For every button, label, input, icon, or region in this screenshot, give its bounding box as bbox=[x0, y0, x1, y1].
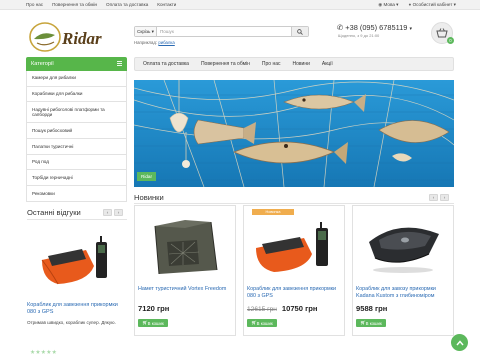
basket-icon bbox=[436, 28, 448, 38]
product-title[interactable]: Кораблик для завозу прикормки Kadana Kus… bbox=[356, 286, 452, 300]
news-title: Новинки bbox=[134, 193, 164, 202]
banner-image bbox=[134, 80, 454, 187]
product-sticker: Новинка bbox=[252, 209, 294, 215]
product-price: 10750 грн bbox=[281, 304, 318, 313]
account-link[interactable]: ● Особистий кабінет ▾ bbox=[409, 2, 457, 8]
scroll-top-button[interactable] bbox=[451, 334, 468, 351]
search-icon bbox=[297, 28, 303, 35]
product-price: 9588 грн bbox=[356, 304, 388, 313]
product-price-row: 9588 грн bbox=[356, 304, 387, 313]
globe-icon: ◉ bbox=[378, 2, 383, 7]
review-text: Отримав швидко, кораблик супер. Дякую. bbox=[27, 320, 116, 325]
top-link-about[interactable]: Про нас bbox=[26, 2, 43, 7]
add-to-cart-button[interactable]: 🛒︎ В кошик bbox=[138, 319, 168, 327]
svg-text:Ridar: Ridar bbox=[61, 29, 102, 48]
product-price-row: 12615 грн 10750 грн bbox=[247, 304, 318, 313]
category-item-boats[interactable]: Кораблики для рибалки bbox=[26, 86, 127, 103]
product-card[interactable]: Намет туристичний Vortex Freedom 7120 гр… bbox=[134, 205, 236, 336]
search-category-select[interactable]: Скрізь ▾ bbox=[135, 27, 157, 36]
cart-count-badge: 0 bbox=[447, 37, 454, 44]
news-prev-button[interactable]: ‹ bbox=[429, 194, 438, 201]
review-product-title[interactable]: Кораблик для завезення прикормки 080 з G… bbox=[27, 302, 127, 316]
reviews-next-button[interactable]: › bbox=[114, 209, 123, 216]
category-item-rod-pod[interactable]: Род под bbox=[26, 154, 127, 171]
phone-icon: ✆ bbox=[337, 23, 344, 32]
category-menu: Категорії Камери для рибалки Кораблики д… bbox=[26, 57, 127, 202]
nav-item-sales[interactable]: Акції bbox=[322, 61, 333, 67]
nav-item-about[interactable]: Про нас bbox=[262, 61, 281, 67]
menu-icon bbox=[117, 61, 122, 66]
news-divider bbox=[134, 203, 454, 204]
banner-label: Ridar bbox=[137, 172, 156, 181]
user-icon: ● bbox=[408, 2, 412, 7]
phone-number[interactable]: ✆ +38 (095) 6785119 ▾ bbox=[337, 23, 412, 32]
category-item-cameras[interactable]: Камери для рибалки bbox=[26, 71, 127, 87]
site-logo[interactable]: Ridar bbox=[28, 20, 108, 54]
language-selector[interactable]: ◉ Мова ▾ bbox=[378, 2, 398, 8]
top-bar: Про нас Повернення та обмін Оплата та до… bbox=[0, 0, 480, 10]
product-price-row: 7120 грн bbox=[138, 304, 169, 313]
news-next-button[interactable]: › bbox=[440, 194, 449, 201]
top-link-contacts[interactable]: Контакти bbox=[157, 2, 176, 7]
product-image[interactable] bbox=[250, 212, 338, 282]
product-title[interactable]: Кораблик для завезення прикормки 080 з G… bbox=[247, 286, 343, 300]
category-menu-header[interactable]: Категорії bbox=[26, 57, 127, 71]
add-to-cart-button[interactable]: 🛒︎ В кошик bbox=[356, 319, 386, 327]
top-link-payment[interactable]: Оплата та доставка bbox=[106, 2, 148, 7]
product-image[interactable] bbox=[141, 212, 229, 282]
category-item-tents[interactable]: Палатки туристичні bbox=[26, 139, 127, 155]
reviews-divider bbox=[27, 219, 127, 220]
product-old-price: 12615 грн bbox=[247, 306, 277, 313]
category-item-other[interactable]: Рекомовки bbox=[26, 186, 127, 202]
search-input[interactable]: Пошук bbox=[157, 27, 291, 36]
product-card[interactable]: Кораблик для завозу прикормки Kadana Kus… bbox=[352, 205, 454, 336]
search-example: Наприклад: рибалка bbox=[134, 40, 175, 45]
product-image[interactable] bbox=[359, 212, 447, 282]
reviews-arrows: ‹ › bbox=[103, 209, 123, 216]
product-title[interactable]: Намет туристичний Vortex Freedom bbox=[138, 286, 234, 293]
review-product-image[interactable] bbox=[34, 226, 119, 296]
search-example-link[interactable]: рибалка bbox=[158, 40, 174, 45]
category-item-bags[interactable]: Торбіди герничадні bbox=[26, 170, 127, 187]
nav-item-news[interactable]: Новини bbox=[293, 61, 310, 67]
category-item-search[interactable]: Пошук рибосховий bbox=[26, 123, 127, 140]
arrow-up-icon bbox=[455, 339, 464, 345]
bottom-fade bbox=[0, 345, 480, 360]
cart-button[interactable]: 0 bbox=[431, 22, 454, 44]
product-price: 7120 грн bbox=[138, 304, 170, 313]
work-hours: Щоденно, з 9 до 21:00 bbox=[338, 33, 380, 38]
hero-banner[interactable]: Ridar bbox=[134, 80, 454, 187]
top-links: Про нас Повернення та обмін Оплата та до… bbox=[26, 2, 176, 7]
add-to-cart-button[interactable]: 🛒︎ В кошик bbox=[247, 319, 277, 327]
main-nav: Оплата та доставка Повернення та обмін П… bbox=[134, 57, 454, 71]
nav-item-payment[interactable]: Оплата та доставка bbox=[143, 61, 189, 67]
product-card[interactable]: Новинка Кораблик для завезення прикормки… bbox=[243, 205, 345, 336]
top-right: ◉ Мова ▾ ● Особистий кабінет ▾ bbox=[378, 2, 456, 8]
nav-item-returns[interactable]: Повернення та обмін bbox=[201, 61, 250, 67]
search-bar: Скрізь ▾ Пошук bbox=[134, 26, 309, 37]
news-arrows: ‹ › bbox=[429, 194, 449, 201]
category-item-platforms[interactable]: Надувні рибоголові платформи та сапборди bbox=[26, 102, 127, 124]
top-link-returns[interactable]: Повернення та обмін bbox=[52, 2, 97, 7]
reviews-title: Останні відгуки bbox=[27, 208, 81, 217]
reviews-prev-button[interactable]: ‹ bbox=[103, 209, 112, 216]
search-button[interactable] bbox=[291, 27, 308, 36]
